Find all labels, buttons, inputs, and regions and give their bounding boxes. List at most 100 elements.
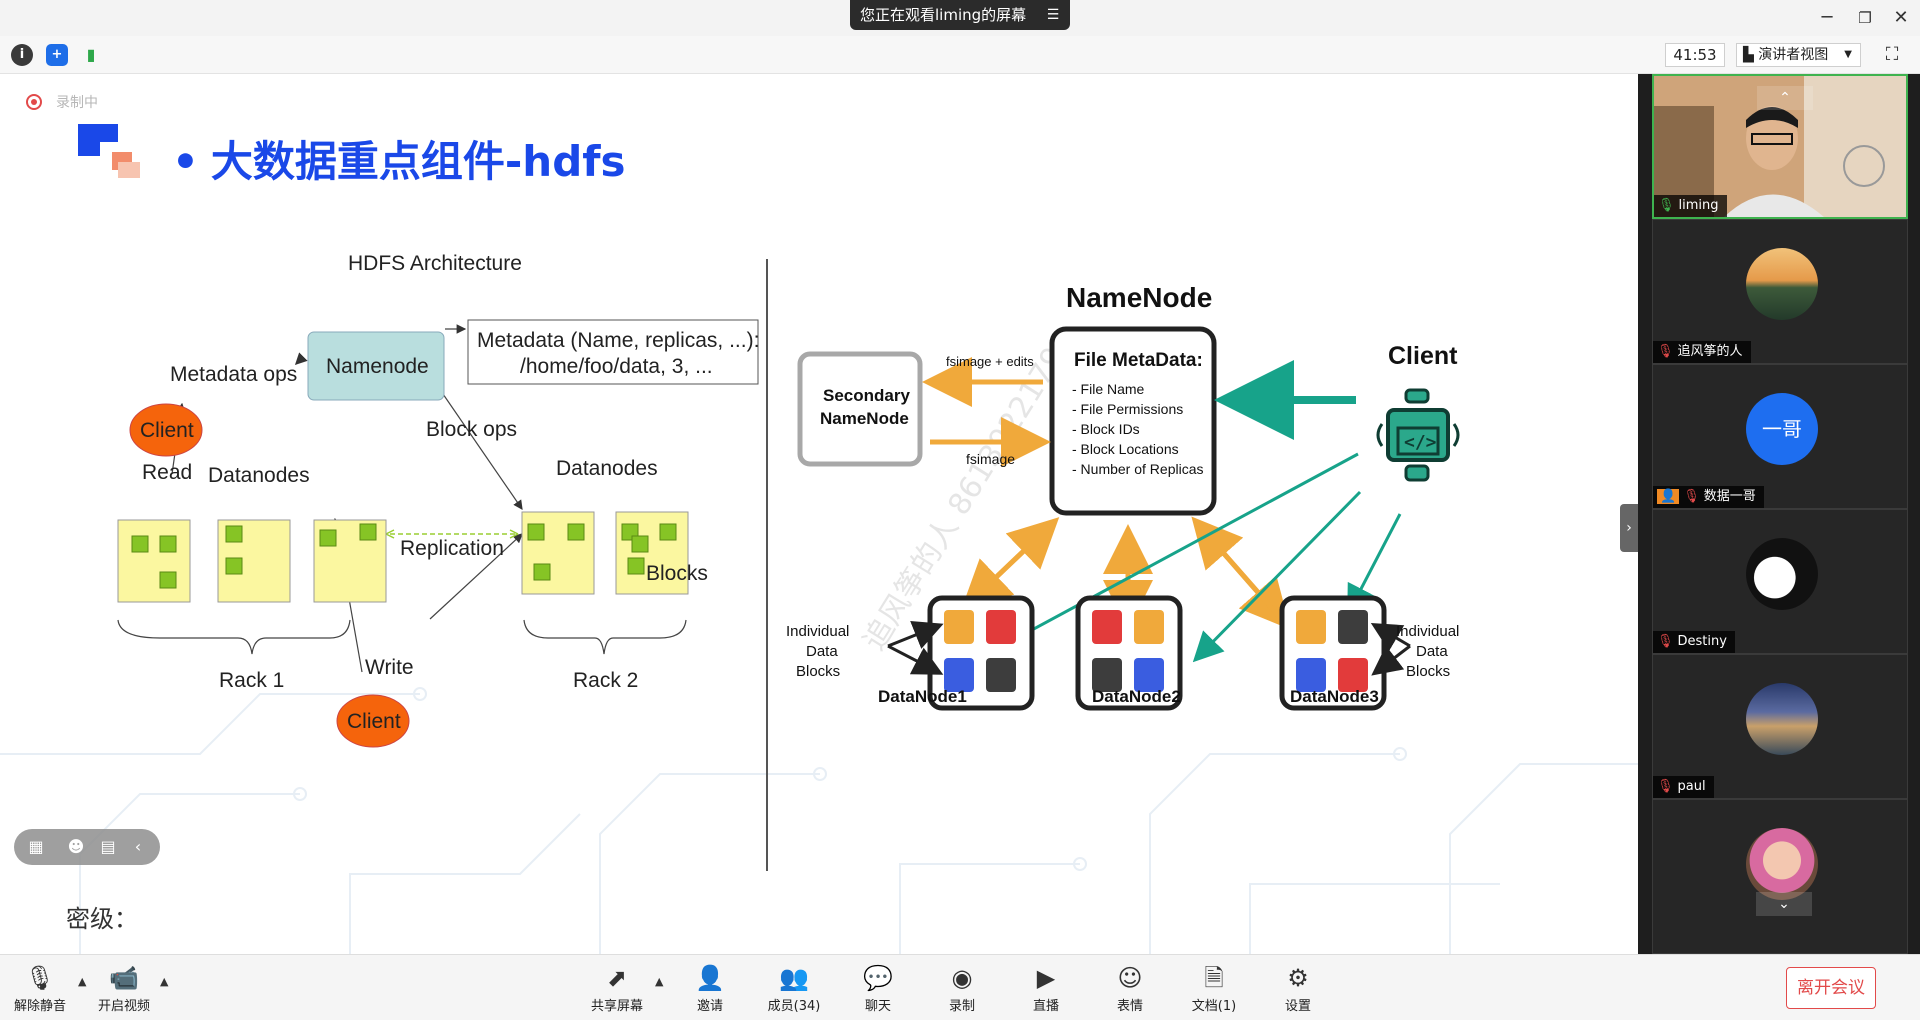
datanode3-label: DataNode3	[1290, 687, 1379, 706]
metadata-item: - File Permissions	[1072, 401, 1183, 417]
mic-on-icon: 🎙	[1658, 198, 1675, 213]
smiley-icon: ☺	[1117, 964, 1143, 992]
client-bottom-label: Client	[347, 710, 401, 733]
chevron-down-icon: ▼	[1844, 49, 1852, 60]
fullscreen-icon[interactable]: ⛶	[1880, 43, 1904, 67]
participant-name-tag: 👤 🎙 数据一哥	[1653, 486, 1764, 508]
video-options-caret[interactable]: ▲	[160, 975, 168, 988]
shared-slide: 录制中 • 大数据重点组件-hdfs 追风筝的人 8613922179 HDFS…	[0, 74, 1638, 954]
signal-icon[interactable]: ▮	[80, 44, 102, 66]
fsimage-edits-label: fsimage + edits	[946, 354, 1034, 369]
start-video-button[interactable]: 📹 开启视频	[84, 963, 164, 1014]
participant-name: paul	[1677, 779, 1706, 794]
live-icon: ▶	[1036, 964, 1056, 992]
emoji-icon[interactable]: ☻	[64, 835, 88, 859]
share-screen-label: 共享屏幕	[590, 999, 643, 1014]
presenter-view-label: 演讲者视图	[1758, 47, 1829, 63]
screen-share-banner[interactable]: 您正在观看liming的屏幕 ☰	[850, 0, 1070, 30]
members-label: 成员(34)	[767, 999, 821, 1014]
client-top-label: Client	[140, 419, 194, 442]
secret-level-label: 密级：	[66, 905, 138, 933]
hdfs-architecture-diagram: HDFS Architecture Namenode Metadata (Nam…	[117, 252, 759, 748]
reactions-label: 表情	[1116, 999, 1143, 1014]
live-button[interactable]: ▶ 直播	[1006, 963, 1086, 1014]
participant-name: liming	[1678, 198, 1719, 213]
participant-name-tag: 🎙 Destiny	[1653, 631, 1735, 653]
share-screen-button[interactable]: ⬈ 共享屏幕	[577, 963, 657, 1014]
participant-name-tag: 🎙 paul	[1653, 776, 1714, 798]
members-icon: 👥	[779, 964, 809, 992]
hdfs-heading: HDFS Architecture	[348, 252, 522, 275]
record-button[interactable]: ◉ 录制	[922, 963, 1002, 1014]
invite-button[interactable]: 👤 邀请	[670, 963, 750, 1014]
namenode-datanode-diagram: </> NameNode File MetaData: - File Name …	[786, 282, 1460, 711]
avatar	[1746, 683, 1818, 755]
participant-tile[interactable]: 一哥 👤 🎙 数据一哥	[1652, 364, 1908, 509]
individual-right-1: Individual	[1396, 623, 1459, 640]
write-label: Write	[365, 656, 414, 679]
record-label: 录制	[948, 999, 975, 1014]
documents-label: 文档(1)	[1191, 999, 1237, 1014]
datanode2-label: DataNode2	[1092, 687, 1181, 706]
block-ops-label: Block ops	[426, 418, 517, 441]
share-options-caret[interactable]: ▲	[655, 975, 663, 988]
read-label: Read	[142, 461, 192, 484]
chevron-left-icon[interactable]: ‹	[126, 835, 150, 859]
participant-name: 数据一哥	[1703, 489, 1756, 504]
settings-button[interactable]: ⚙ 设置	[1258, 963, 1338, 1014]
info-icon[interactable]: i	[11, 44, 33, 66]
svg-text:</>: </>	[1404, 432, 1437, 453]
individual-left-2: Data	[806, 643, 838, 660]
title-bar: 您正在观看liming的屏幕 ☰ ─ ❐ ✕	[0, 0, 1920, 36]
video-off-icon: 📹	[109, 964, 139, 992]
documents-button[interactable]: 🗎 文档(1)	[1174, 963, 1254, 1014]
minimize-icon[interactable]: ─	[1812, 4, 1842, 32]
replication-label: Replication	[400, 537, 504, 560]
scroll-down-icon[interactable]: ⌄	[1756, 892, 1812, 916]
participant-tile[interactable]: 🎙 paul	[1652, 654, 1908, 799]
restore-icon[interactable]: ❐	[1850, 4, 1880, 32]
avatar	[1746, 538, 1818, 610]
file-metadata-label: File MetaData:	[1074, 350, 1203, 371]
live-label: 直播	[1032, 999, 1059, 1014]
gear-icon: ⚙	[1287, 964, 1309, 992]
blocks-label: Blocks	[646, 562, 708, 585]
participant-tile[interactable]: ⌃ 🎙 liming	[1652, 74, 1908, 219]
metadata-item: - Block IDs	[1072, 421, 1140, 437]
avatar: 一哥	[1746, 393, 1818, 465]
meeting-controls: 🎙 解除静音 ▲ 📹 开启视频 ▲ ⬈ 共享屏幕 ▲ 👤 邀请 👥 成员(34)…	[0, 954, 1920, 1020]
participant-name: 追风筝的人	[1677, 344, 1743, 359]
layout-icon: ▙	[1743, 47, 1759, 63]
comment-icon[interactable]: ▤	[96, 835, 120, 859]
meeting-toolbar: i + ▮ 41:53 ▙ 演讲者视图 ▼ ⛶	[0, 36, 1920, 74]
metadata-line2: /home/foo/data, 3, ...	[520, 355, 713, 378]
participant-tile[interactable]: 🎙 Destiny	[1652, 509, 1908, 654]
participant-name-tag: 🎙 liming	[1654, 195, 1727, 217]
annotation-toolbar[interactable]: ▦ ☻ ▤ ‹	[14, 829, 160, 865]
presenter-view-dropdown[interactable]: ▙ 演讲者视图 ▼	[1736, 43, 1861, 67]
participant-tile[interactable]: ⌄	[1652, 799, 1908, 954]
datanode1-label: DataNode1	[878, 687, 967, 706]
reactions-button[interactable]: ☺ 表情	[1090, 963, 1170, 1014]
leave-meeting-button[interactable]: 离开会议	[1786, 967, 1876, 1009]
participant-name: Destiny	[1677, 634, 1727, 649]
unmute-button[interactable]: 🎙 解除静音	[0, 963, 80, 1014]
shield-icon[interactable]: +	[46, 44, 68, 66]
members-button[interactable]: 👥 成员(34)	[754, 963, 834, 1014]
unmute-label: 解除静音	[13, 999, 66, 1014]
avatar	[1746, 828, 1818, 900]
namenode-label: Namenode	[326, 355, 429, 378]
secondary-line1: Secondary	[823, 386, 910, 405]
client-label: Client	[1388, 342, 1458, 370]
chat-button[interactable]: 💬 聊天	[838, 963, 918, 1014]
participant-tile[interactable]: 🎙 追风筝的人	[1652, 219, 1908, 364]
collapse-sidebar-handle[interactable]: ›	[1620, 504, 1638, 552]
individual-left-3: Blocks	[796, 663, 840, 680]
close-icon[interactable]: ✕	[1886, 4, 1916, 32]
rack1-label: Rack 1	[219, 669, 284, 692]
add-user-icon: 👤	[695, 964, 725, 992]
banner-menu-icon[interactable]: ☰	[1042, 4, 1064, 26]
grid-icon[interactable]: ▦	[24, 835, 48, 859]
scroll-up-icon[interactable]: ⌃	[1757, 86, 1813, 110]
client-robot-icon: </>	[1376, 388, 1460, 482]
